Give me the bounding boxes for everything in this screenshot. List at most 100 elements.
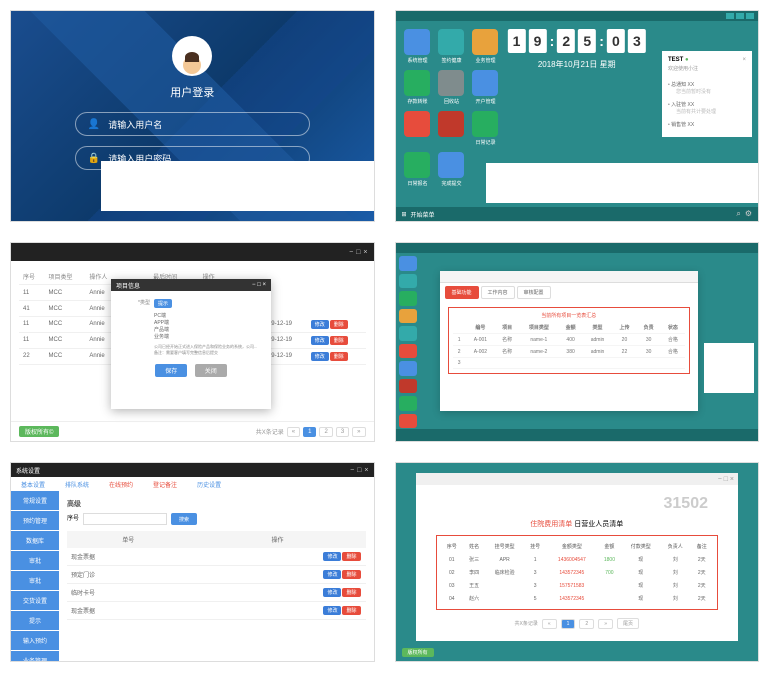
page-button[interactable]: « [542,619,557,629]
desktop-icon[interactable] [506,111,532,137]
start-icon[interactable]: ⊞ [402,211,407,218]
login-title: 用户登录 [170,84,214,100]
desktop-icon[interactable] [472,29,498,55]
sidebar-icon[interactable] [399,344,417,359]
search-icon[interactable]: ⌕ [736,209,740,219]
tab[interactable]: 登记备注 [143,477,187,491]
sidebar-icon[interactable] [399,309,417,324]
action-badge[interactable]: 修改 [323,606,341,615]
tab[interactable]: 基础功能 [445,286,479,299]
tab[interactable]: 排队系统 [55,477,99,491]
taskbar[interactable]: ⊞开始菜单 ⌕⚙ [396,207,759,221]
desktop-icon[interactable] [472,111,498,137]
table-row: 1A-001名称name-1400admin2030合格 [453,334,686,346]
report-table: 序号姓名挂号类型挂号金额类型金额付款类型负责人备注01张三APR11436004… [441,540,714,605]
desktop-icon[interactable] [438,29,464,55]
desktop-icon[interactable] [438,111,464,137]
sidebar-icon[interactable] [399,256,417,271]
desktop-icon[interactable] [438,152,464,178]
tab[interactable]: 基本设置 [11,477,55,491]
taskbar[interactable] [396,429,759,441]
close-icon[interactable]: × [742,57,746,63]
sidebar-icon[interactable] [399,396,417,411]
overlay-panel [101,161,374,211]
sidebar-icon[interactable] [399,361,417,376]
action-badge[interactable]: 删除 [342,552,360,561]
sidebar-item[interactable]: 数据库 [11,531,59,550]
search-button[interactable]: 搜索 [171,513,197,525]
sidebar-item[interactable]: 审批 [11,551,59,570]
desktop-icon[interactable] [404,29,430,55]
action-badge[interactable]: 修改 [311,352,329,361]
overlay-panel [486,163,759,203]
sidebar-item[interactable]: 业务管理 [11,651,59,662]
close-icon[interactable]: × [363,249,367,256]
action-badge[interactable]: 删除 [330,320,348,329]
window-tabs[interactable]: 基础功能工作内容审核配置 [440,283,699,302]
panel-item[interactable]: • 销售管 XX [668,118,746,131]
username-input[interactable]: 👤 请输入用户名 [75,112,310,136]
action-badge[interactable]: 修改 [311,336,329,345]
action-badge[interactable]: 修改 [323,570,341,579]
page-button[interactable]: 3 [336,427,349,437]
page-button[interactable]: 2 [319,427,332,437]
report-number: 31502 [426,495,729,513]
desktop-icon[interactable] [404,152,430,178]
table-row: 02李四临床检验3143572345700现刘2天 [441,566,714,579]
desktop-icon[interactable] [506,70,532,96]
action-badge[interactable]: 删除 [342,588,360,597]
sidebar-item[interactable]: 预约管理 [11,511,59,530]
page-button[interactable]: » [598,619,613,629]
page-button[interactable]: 1 [561,619,576,629]
save-button[interactable]: 保存 [155,364,187,377]
sidebar-item[interactable]: 审批 [11,571,59,590]
desktop-icon[interactable] [472,70,498,96]
lock-icon: 🔒 [88,153,100,164]
table-row: 01张三APR114360045471800现刘2天 [441,553,714,566]
tab[interactable]: 工作内容 [481,286,515,299]
settings-sidebar[interactable]: 常规设置预约管理数据库审批审批交货设置提示输入预约业务管理 [11,491,59,646]
pagination[interactable]: 共X条记录«123» [256,427,366,437]
sidebar-icon[interactable] [399,274,417,289]
tab[interactable]: 历史设置 [187,477,231,491]
sidebar-item[interactable]: 交货设置 [11,591,59,610]
desktop-icon[interactable] [404,111,430,137]
action-badge[interactable]: 删除 [330,352,348,361]
page-button[interactable]: 1 [303,427,316,437]
sidebar-icon[interactable] [399,291,417,306]
tab[interactable]: 审核配置 [517,286,551,299]
panel-item[interactable]: • 入驻管 XX当前有共计要处理 [668,98,746,118]
pagination[interactable]: 共X条记录«12»尾页 [426,618,729,629]
desktop-icon[interactable] [404,70,430,96]
minimize-icon[interactable]: − [349,249,353,256]
page-button[interactable]: « [287,427,300,437]
cancel-button[interactable]: 关闭 [195,364,227,377]
tab[interactable]: 在线预约 [99,477,143,491]
desktop-icon[interactable] [540,70,566,96]
type-select[interactable]: 提示 [154,299,172,308]
close-icon[interactable]: − □ × [252,282,266,288]
sidebar-item[interactable]: 常规设置 [11,491,59,510]
page-button[interactable]: 尾页 [617,618,639,629]
action-badge[interactable]: 修改 [323,552,341,561]
search-input[interactable] [83,513,167,525]
top-tabs[interactable]: 基本设置排队系统在线预约登记备注历史设置 [11,477,374,491]
desktop-icon[interactable] [540,111,566,137]
action-badge[interactable]: 删除 [342,570,360,579]
action-badge[interactable]: 删除 [342,606,360,615]
gear-icon[interactable]: ⚙ [745,209,752,219]
action-badge[interactable]: 修改 [323,588,341,597]
action-badge[interactable]: 删除 [330,336,348,345]
action-badge[interactable]: 修改 [311,320,329,329]
sidebar-item[interactable]: 提示 [11,611,59,630]
sidebar-icon[interactable] [399,414,417,429]
maximize-icon[interactable]: □ [356,249,360,256]
icon-sidebar [396,253,420,431]
page-button[interactable]: 2 [579,619,594,629]
sidebar-icon[interactable] [399,379,417,394]
page-button[interactable]: » [352,427,365,437]
desktop-icon[interactable] [438,70,464,96]
panel-item[interactable]: • 总通知 XX您当前暂时没有 [668,78,746,98]
sidebar-icon[interactable] [399,326,417,341]
sidebar-item[interactable]: 输入预约 [11,631,59,650]
